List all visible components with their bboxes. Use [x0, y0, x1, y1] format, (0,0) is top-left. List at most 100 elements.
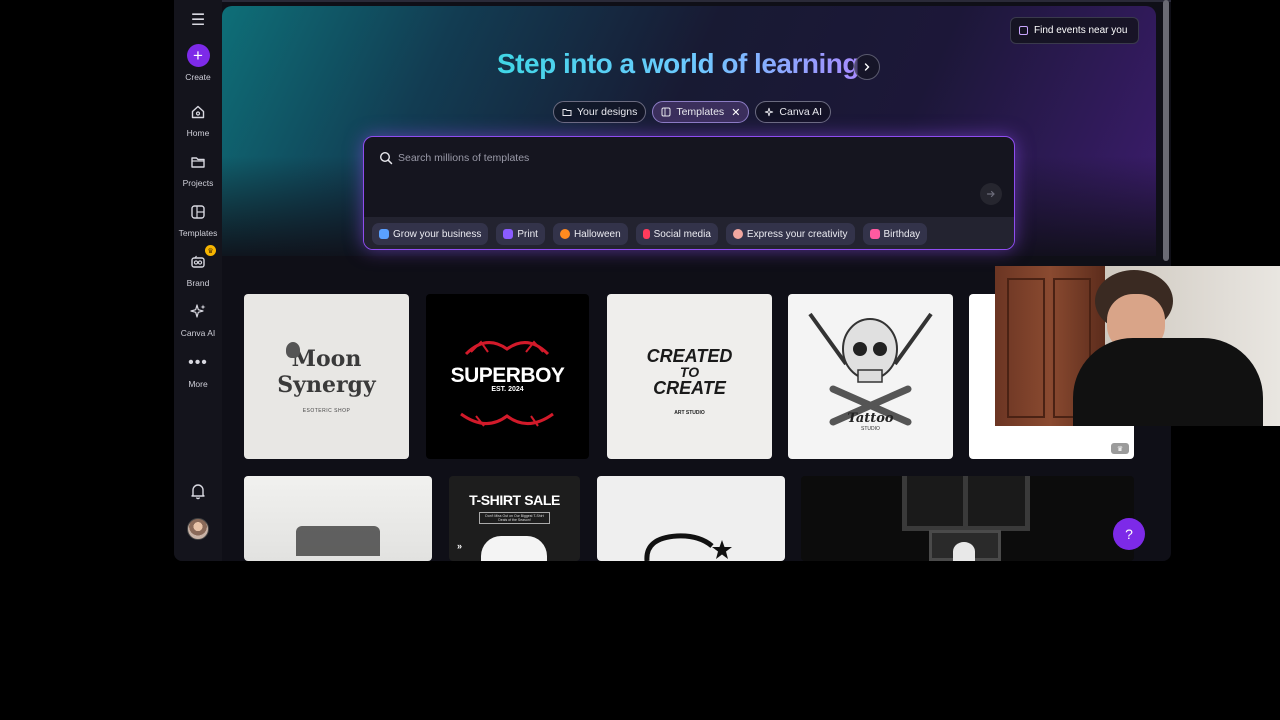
sidebar-item-brand[interactable]: ♛ Brand — [174, 245, 222, 288]
suggestion-social-media[interactable]: Social media — [635, 223, 718, 245]
suggestion-label: Grow your business — [393, 228, 482, 240]
chip-templates[interactable]: Templates ✕ — [652, 101, 750, 123]
template-card-tattoo-studio[interactable]: Tattoo STUDIO — [788, 294, 953, 459]
person-body — [1073, 338, 1263, 426]
template-subtitle: STUDIO — [861, 426, 880, 432]
template-title: SUPERBOY — [450, 364, 565, 387]
sidebar-item-label: Templates — [178, 228, 218, 238]
find-events-button[interactable]: Find events near you — [1010, 17, 1139, 44]
suggestion-label: Halloween — [573, 228, 621, 240]
chip-label: Canva AI — [779, 106, 823, 118]
suggestion-label: Express your creativity — [746, 228, 848, 240]
search-submit-button[interactable] — [980, 183, 1002, 205]
sidebar-item-canva-ai[interactable]: Canva AI — [174, 301, 222, 338]
chip-canva-ai[interactable]: Canva AI — [755, 101, 832, 123]
shooting-star-icon — [644, 533, 732, 561]
sidebar-item-create[interactable]: + Create — [174, 44, 222, 82]
skull-crossbones-icon — [808, 312, 933, 426]
search-box: Grow your business Print Halloween Socia… — [363, 136, 1015, 250]
tv-screen-figure — [953, 542, 975, 561]
suggestion-halloween[interactable]: Halloween — [552, 223, 628, 245]
template-card-gothic[interactable] — [244, 476, 432, 561]
template-title: Synergy — [277, 372, 376, 398]
more-icon: ••• — [188, 354, 208, 371]
home-icon — [187, 101, 209, 123]
folder-icon — [187, 151, 209, 173]
cake-icon — [869, 229, 880, 239]
phone-icon — [642, 229, 650, 239]
crown-icon: ♛ — [205, 245, 216, 256]
sidebar-item-projects[interactable]: Projects — [174, 151, 222, 188]
suggestion-express-your-creativity[interactable]: Express your creativity — [725, 223, 855, 245]
sparkle-icon — [765, 107, 774, 117]
help-button[interactable]: ? — [1113, 518, 1145, 550]
template-subtitle: EST. 2024 — [491, 386, 524, 393]
template-card-tshirt-sale[interactable]: T-SHIRT SALE Don't Miss Out on Our Bigge… — [449, 476, 580, 561]
calendar-icon — [1019, 26, 1028, 35]
gothic-lettering — [296, 526, 380, 556]
pumpkin-icon — [559, 229, 570, 239]
search-icon — [379, 151, 393, 165]
rocket-icon — [379, 229, 389, 239]
chip-label: Your designs — [577, 106, 638, 118]
wardrobe-door-left — [1007, 278, 1045, 418]
chevrons-icon: » — [457, 541, 463, 551]
sidebar-item-label: Create — [185, 72, 211, 82]
window-divider — [963, 476, 968, 531]
suggestion-bar: Grow your business Print Halloween Socia… — [364, 217, 1014, 249]
close-icon[interactable]: ✕ — [731, 106, 740, 119]
avatar[interactable] — [187, 518, 209, 540]
suggestion-label: Birthday — [883, 228, 921, 240]
sidebar-item-label: Home — [186, 128, 210, 138]
arrow-right-icon — [986, 190, 995, 198]
menu-icon[interactable]: ☰ — [187, 11, 209, 29]
chip-label: Templates — [676, 106, 725, 118]
template-card-created-to-create[interactable]: CREATED TO CREATE ART STUDIO — [607, 294, 772, 459]
chevron-right-icon — [864, 63, 870, 71]
template-card-tv-room[interactable] — [801, 476, 1134, 561]
sidebar-item-label: Projects — [182, 178, 214, 188]
chip-your-designs[interactable]: Your designs — [553, 101, 647, 123]
template-title: Moon — [291, 346, 362, 372]
suggestion-label: Print — [517, 228, 538, 240]
sparkle-icon — [187, 301, 209, 323]
page-title: Step into a world of learning — [497, 48, 859, 79]
templates-icon — [661, 107, 671, 117]
suggestion-grow-your-business[interactable]: Grow your business — [372, 223, 489, 245]
template-title: Tattoo — [847, 411, 894, 426]
sidebar-item-label: Brand — [186, 278, 210, 288]
sidebar-item-label: More — [188, 379, 208, 389]
butterfly-icon — [286, 342, 300, 358]
template-subtitle: ESOTERIC SHOP — [302, 408, 351, 414]
template-card-moon-synergy[interactable]: Moon Synergy ESOTERIC SHOP — [244, 294, 409, 459]
printer-icon — [503, 229, 514, 239]
suggestion-birthday[interactable]: Birthday — [862, 223, 928, 245]
sidebar: ☰ + Create Home Projects Templates ♛ Bra… — [174, 0, 222, 561]
template-title: T-SHIRT SALE — [469, 492, 560, 508]
tshirt-image — [481, 536, 547, 561]
template-subtitle: ART STUDIO — [674, 410, 705, 416]
sidebar-item-home[interactable]: Home — [174, 101, 222, 138]
templates-icon — [187, 201, 209, 223]
sidebar-item-more[interactable]: ••• More — [174, 352, 222, 389]
suggestion-label: Social media — [653, 228, 711, 240]
find-events-label: Find events near you — [1034, 25, 1128, 36]
sidebar-item-label: Canva AI — [180, 328, 216, 338]
suggestion-print[interactable]: Print — [496, 223, 545, 245]
template-subtitle: Don't Miss Out on Our Biggest T-Shirt De… — [479, 512, 550, 524]
template-title: CREATE — [653, 378, 726, 398]
sidebar-item-templates[interactable]: Templates — [174, 201, 222, 238]
search-input[interactable] — [398, 147, 958, 169]
plus-icon: + — [186, 44, 210, 67]
window-top-border — [174, 0, 1171, 2]
premium-crown-icon: ♛ — [1111, 443, 1129, 454]
page-scrollbar[interactable] — [1163, 0, 1169, 261]
folder-icon — [562, 109, 572, 116]
hero-next-button[interactable] — [854, 54, 880, 80]
template-card-star-logo[interactable] — [597, 476, 785, 561]
webcam-overlay — [995, 266, 1280, 426]
bell-icon[interactable] — [188, 481, 208, 501]
search-scope-chips: Your designs Templates ✕ Canva AI — [553, 101, 832, 123]
palette-icon — [732, 229, 743, 239]
template-card-superboy[interactable]: SUPERBOY EST. 2024 — [426, 294, 589, 459]
